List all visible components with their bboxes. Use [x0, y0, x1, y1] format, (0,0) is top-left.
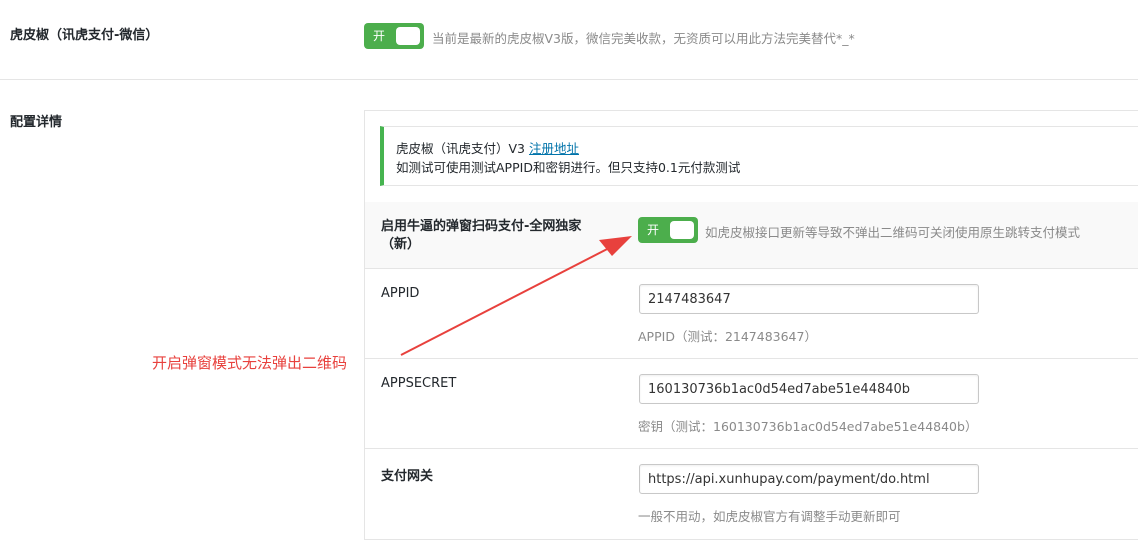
annotation-arrow-icon: [400, 236, 632, 356]
